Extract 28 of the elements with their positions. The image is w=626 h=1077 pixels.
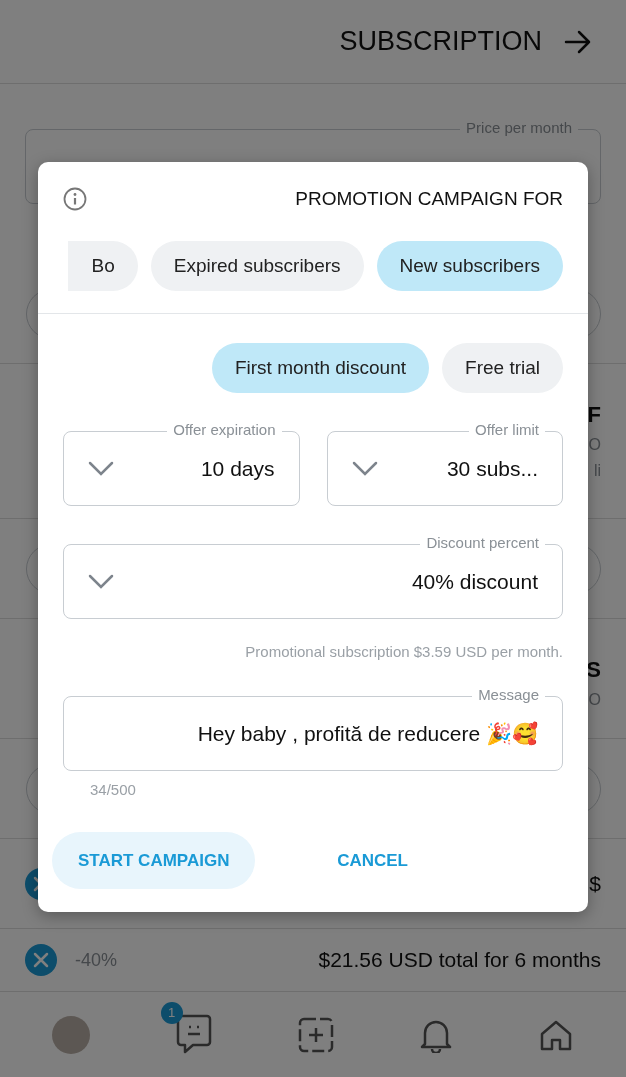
section-text: li (593, 462, 601, 480)
add-post-icon[interactable] (297, 1015, 336, 1054)
chevron-down-icon (88, 573, 114, 590)
audience-chip[interactable]: Expired subscribers (150, 241, 364, 291)
info-icon[interactable] (63, 187, 87, 211)
field-label: Price per month (460, 119, 578, 136)
unread-badge: 1 (160, 1001, 183, 1024)
character-counter: 34/500 (90, 781, 136, 798)
field-label: Offer expiration (167, 421, 282, 439)
remove-icon[interactable] (25, 944, 57, 976)
bundle-price: $ (589, 871, 601, 896)
chevron-down-icon (88, 460, 114, 477)
audience-chip[interactable]: New subscribers (376, 241, 563, 291)
chevron-down-icon (351, 460, 378, 477)
section-title: F (587, 402, 601, 428)
dialog-title: PROMOTION CAMPAIGN FOR (295, 188, 563, 210)
field-label: Discount percent (420, 534, 545, 552)
discount-text: -40% (75, 949, 118, 971)
section-text: O (588, 691, 601, 709)
bundle-price: $21.56 USD total for 6 months (318, 948, 601, 972)
section-title: S (586, 657, 601, 683)
page-title: SUBSCRIPTION (339, 26, 542, 57)
audience-chip[interactable]: Bo (68, 241, 138, 291)
helper-text: Promotional subscription $3.59 USD per month. (244, 642, 564, 660)
offer-type-chip[interactable]: First month discount (211, 343, 430, 393)
offer-type-chip[interactable]: Free trial (442, 343, 563, 393)
arrow-icon[interactable] (564, 29, 592, 54)
section-text: O (588, 436, 601, 454)
